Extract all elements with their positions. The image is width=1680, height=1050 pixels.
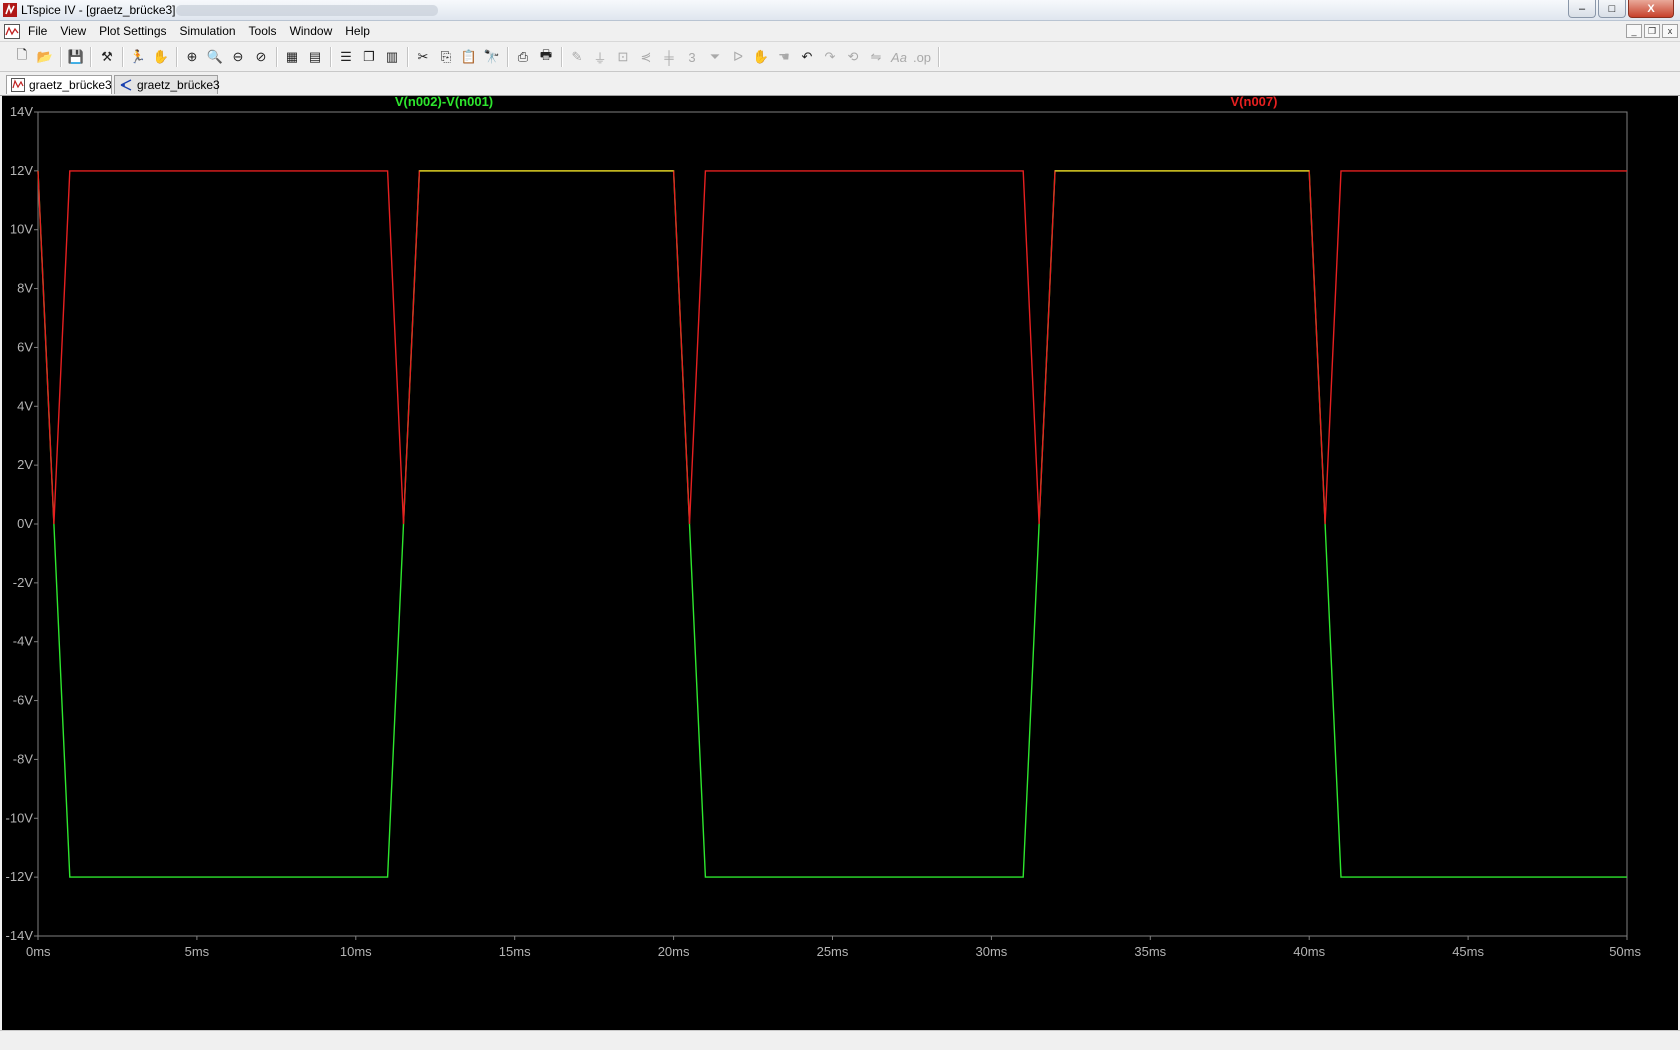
mdi-minimize-button[interactable]: _ (1626, 24, 1642, 38)
blurred-path (176, 5, 438, 16)
window-title: LTspice IV - [graetz_brücke3] (21, 3, 176, 17)
menu-view[interactable]: View (60, 24, 86, 38)
x-tick-label: 40ms (1293, 944, 1325, 959)
open-icon[interactable]: 📂 (35, 47, 55, 67)
control-panel-icon[interactable]: ⚒ (97, 47, 117, 67)
component-icon[interactable]: ᐅ (728, 47, 748, 67)
x-tick-label: 0ms (26, 944, 51, 959)
zoom-in-icon[interactable]: ⊕ (182, 47, 202, 67)
series-label-v-n002-v-n001[interactable]: V(n002)-V(n001) (395, 94, 493, 109)
label-net-icon[interactable]: ⊡ (613, 47, 633, 67)
y-tick-label: 8V (17, 281, 33, 296)
menu-help[interactable]: Help (345, 24, 370, 38)
x-tick-label: 35ms (1134, 944, 1166, 959)
series-label-v-n007[interactable]: V(n007) (1231, 94, 1278, 109)
drag-icon[interactable]: ☚ (774, 47, 794, 67)
y-tick-label: 4V (17, 398, 33, 413)
menu-tools[interactable]: Tools (249, 24, 277, 38)
print-icon[interactable]: 🖶 (536, 47, 556, 67)
schematic-tab-icon (120, 79, 132, 91)
zoom-full-icon[interactable]: 🔍 (205, 47, 225, 67)
new-schematic-icon[interactable]: 🗋 (12, 47, 32, 67)
y-tick-label: -12V (6, 869, 34, 884)
cut-icon[interactable]: ✂ (413, 47, 433, 67)
resistor-icon[interactable]: ⋞ (636, 47, 656, 67)
find-icon[interactable]: 🔭 (482, 47, 502, 67)
minimize-button[interactable]: – (1568, 0, 1596, 18)
y-tick-label: -14V (6, 928, 34, 943)
menu-file[interactable]: File (28, 24, 47, 38)
manual-limits-icon[interactable]: ▤ (305, 47, 325, 67)
run-icon[interactable]: 🏃 (128, 47, 148, 67)
x-tick-label: 10ms (340, 944, 372, 959)
menu-bar: File View Plot Settings Simulation Tools… (0, 21, 1680, 42)
cascade-icon[interactable]: ❐ (359, 47, 379, 67)
tab-waveform-label: graetz_brücke3 (29, 78, 112, 92)
menu-plot-settings[interactable]: Plot Settings (99, 24, 166, 38)
series-line-v-n002-v-n001[interactable] (37, 170, 1627, 878)
y-tick-label: -10V (6, 810, 34, 825)
toolbar: 🗋 📂 💾 ⚒ 🏃 ✋ ⊕ 🔍 ⊖ ⊘ ▦ ▤ ☰ ❐ ▥ ✂ ⎘ 📋 🔭 ⎙ … (0, 42, 1680, 72)
diode-icon[interactable]: ⏷ (705, 47, 725, 67)
y-tick-label: -4V (13, 634, 34, 649)
x-tick-label: 30ms (976, 944, 1008, 959)
close-button[interactable]: X (1628, 0, 1674, 18)
tab-waveform[interactable]: graetz_brücke3 (6, 75, 112, 94)
paste-icon[interactable]: 📋 (459, 47, 479, 67)
y-tick-label: 10V (10, 222, 33, 237)
halt-icon[interactable]: ✋ (151, 47, 171, 67)
copy-icon[interactable]: ⎘ (436, 47, 456, 67)
x-tick-label: 5ms (185, 944, 210, 959)
y-tick-label: 12V (10, 163, 33, 178)
ltspice-app-icon[interactable] (3, 3, 17, 17)
waveform-plot[interactable]: 14V 12V 10V 8V 6V 4V 2V 0V -2V -4V -6V -8V -10V -12V -… (2, 94, 1678, 1030)
mdi-close-button[interactable]: x (1662, 24, 1678, 38)
x-tick-label: 45ms (1452, 944, 1484, 959)
x-tick-label: 50ms (1609, 944, 1641, 959)
y-tick-label: 2V (17, 457, 33, 472)
mirror-icon[interactable]: ⇋ (866, 47, 886, 67)
mdi-restore-button[interactable]: ❐ (1644, 24, 1660, 38)
y-tick-label: -6V (13, 693, 34, 708)
x-tick-label: 15ms (499, 944, 531, 959)
x-tick-label: 25ms (817, 944, 849, 959)
document-tab-bar: graetz_brücke3 graetz_brücke3 (0, 72, 1680, 96)
y-tick-label: 0V (17, 516, 33, 531)
y-tick-label: 14V (10, 104, 33, 119)
inductor-icon[interactable]: 3 (682, 47, 702, 67)
series-line-v-n007[interactable] (37, 170, 1627, 525)
redo-icon[interactable]: ↷ (820, 47, 840, 67)
plot-frame (37, 111, 1628, 937)
rotate-icon[interactable]: ⟲ (843, 47, 863, 67)
waveform-plot-pane[interactable]: 14V 12V 10V 8V 6V 4V 2V 0V -2V -4V -6V -8V -10V -12V -… (2, 94, 1678, 1030)
move-icon[interactable]: ✋ (751, 47, 771, 67)
tile-vertical-icon[interactable]: ▥ (382, 47, 402, 67)
autorange-icon[interactable]: ▦ (282, 47, 302, 67)
waveform-tab-icon (11, 78, 25, 92)
ground-icon[interactable]: ⏚ (590, 47, 610, 67)
tile-horizontal-icon[interactable]: ☰ (336, 47, 356, 67)
status-bar (0, 1030, 1680, 1050)
y-tick-label: -8V (13, 751, 34, 766)
tab-schematic[interactable]: graetz_brücke3 (114, 75, 220, 94)
save-icon[interactable]: 💾 (66, 47, 86, 67)
maximize-button[interactable]: □ (1598, 0, 1626, 18)
undo-icon[interactable]: ↶ (797, 47, 817, 67)
y-tick-label: 6V (17, 339, 33, 354)
capacitor-icon[interactable]: ╪ (659, 47, 679, 67)
menu-simulation[interactable]: Simulation (180, 24, 236, 38)
x-tick-label: 20ms (658, 944, 690, 959)
waveform-doc-icon[interactable] (4, 24, 20, 39)
tab-schematic-label: graetz_brücke3 (137, 78, 220, 92)
menu-window[interactable]: Window (290, 24, 333, 38)
zoom-out-icon[interactable]: ⊖ (228, 47, 248, 67)
y-tick-label: -2V (13, 575, 34, 590)
zoom-cancel-icon[interactable]: ⊘ (251, 47, 271, 67)
title-bar: LTspice IV - [graetz_brücke3] – □ X (0, 0, 1680, 21)
print-setup-icon[interactable]: ⎙ (513, 47, 533, 67)
draw-wire-icon[interactable]: ✎ (567, 47, 587, 67)
text-icon[interactable]: Aa (889, 47, 909, 67)
spice-directive-icon[interactable]: .op (912, 47, 932, 67)
